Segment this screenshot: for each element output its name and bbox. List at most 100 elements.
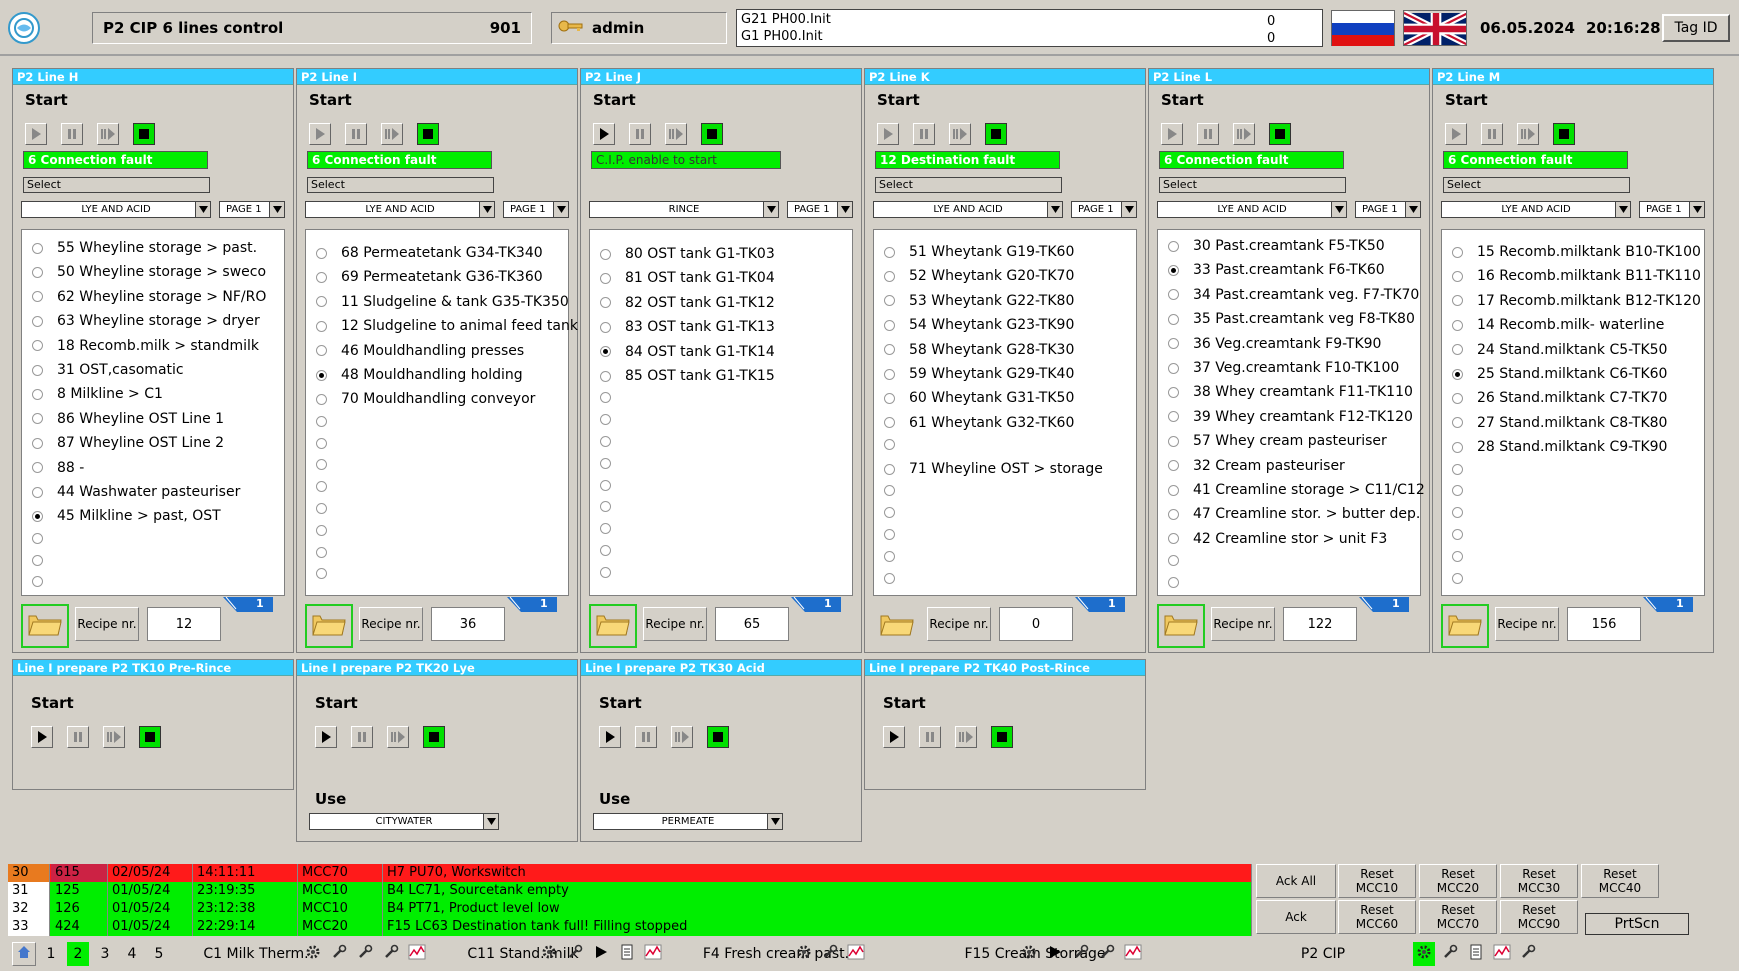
- radio-button[interactable]: [316, 459, 327, 471]
- radio-button[interactable]: [32, 315, 43, 327]
- radio-button[interactable]: [600, 436, 611, 447]
- radio-button[interactable]: [1168, 362, 1179, 374]
- line-play-button[interactable]: [877, 123, 899, 145]
- tag-id-button[interactable]: Tag ID: [1662, 14, 1730, 42]
- page-button-1[interactable]: 1: [40, 942, 62, 966]
- radio-button[interactable]: [884, 295, 895, 307]
- radio-button[interactable]: [1168, 460, 1179, 472]
- radio-button[interactable]: [316, 369, 327, 381]
- list-item[interactable]: [600, 545, 625, 556]
- radio-button[interactable]: [600, 346, 611, 358]
- line-play-button[interactable]: [1161, 123, 1183, 145]
- radio-button[interactable]: [1168, 435, 1179, 447]
- program-dropdown[interactable]: LYE AND ACID: [1157, 201, 1347, 218]
- radio-button[interactable]: [1168, 577, 1179, 588]
- wrench-b-button[interactable]: [1096, 942, 1118, 966]
- list-item[interactable]: 35 Past.creamtank veg F8-TK80: [1168, 311, 1415, 327]
- radio-button[interactable]: [32, 462, 43, 474]
- line-stop-button[interactable]: [1269, 123, 1291, 145]
- page-dropdown[interactable]: PAGE 1: [503, 201, 569, 218]
- radio-button[interactable]: [600, 479, 611, 491]
- radio-button[interactable]: [1452, 572, 1463, 584]
- wrench-a-button[interactable]: [1070, 942, 1092, 966]
- chevron-down-icon[interactable]: [479, 202, 494, 217]
- doc-button[interactable]: [1465, 942, 1487, 966]
- radio-button[interactable]: [32, 576, 43, 588]
- wrench-a-button[interactable]: [328, 942, 350, 966]
- list-item[interactable]: 44 Washwater pasteuriser: [32, 484, 240, 500]
- wrench-button[interactable]: [819, 942, 841, 966]
- list-item[interactable]: 85 OST tank G1-TK15: [600, 368, 775, 384]
- open-recipe-button[interactable]: [1441, 604, 1489, 648]
- list-item[interactable]: 81 OST tank G1-TK04: [600, 270, 775, 286]
- list-item[interactable]: [884, 439, 909, 451]
- list-item[interactable]: 82 OST tank G1-TK12: [600, 295, 775, 311]
- radio-button[interactable]: [32, 340, 43, 352]
- chevron-down-icon[interactable]: [1331, 202, 1346, 217]
- chart-button[interactable]: [1122, 942, 1144, 966]
- prepare-stop-button[interactable]: [139, 726, 161, 748]
- radio-button[interactable]: [316, 437, 327, 449]
- radio-button[interactable]: [1168, 533, 1179, 545]
- radio-button[interactable]: [600, 457, 611, 469]
- line-pause-button[interactable]: [61, 123, 83, 145]
- radio-button[interactable]: [1168, 264, 1179, 276]
- recipe-number-value[interactable]: 65: [715, 607, 789, 641]
- radio-button[interactable]: [1168, 508, 1179, 520]
- list-item[interactable]: 12 Sludgeline to animal feed tank: [316, 318, 578, 334]
- prepare-stop-button[interactable]: [707, 726, 729, 748]
- list-item[interactable]: [600, 566, 625, 578]
- select-field[interactable]: Select: [307, 177, 494, 193]
- list-item[interactable]: [32, 532, 57, 544]
- list-item[interactable]: 71 Wheyline OST > storage: [884, 461, 1103, 477]
- radio-button[interactable]: [884, 319, 895, 331]
- chevron-down-icon[interactable]: [837, 202, 852, 217]
- list-item[interactable]: 62 Wheyline storage > NF/RO: [32, 289, 266, 305]
- list-item[interactable]: [316, 503, 341, 514]
- radio-button[interactable]: [32, 266, 43, 278]
- radio-button[interactable]: [884, 550, 895, 562]
- list-item[interactable]: 46 Mouldhandling presses: [316, 343, 524, 359]
- line-step-button[interactable]: [665, 123, 687, 145]
- prepare-play-button[interactable]: [599, 726, 621, 748]
- radio-button[interactable]: [884, 344, 895, 356]
- use-dropdown[interactable]: CITYWATER: [309, 813, 499, 830]
- list-item[interactable]: 48 Mouldhandling holding: [316, 367, 523, 383]
- wrench-c-button[interactable]: [380, 942, 402, 966]
- list-item[interactable]: 63 Wheyline storage > dryer: [32, 313, 260, 329]
- chart-button[interactable]: [1491, 942, 1513, 966]
- recipe-number-value[interactable]: 122: [1283, 607, 1357, 641]
- select-field[interactable]: Select: [1159, 177, 1346, 193]
- radio-button[interactable]: [600, 272, 611, 284]
- list-item[interactable]: 52 Wheytank G20-TK70: [884, 268, 1074, 284]
- select-field[interactable]: Select: [23, 177, 210, 193]
- radio-button[interactable]: [600, 321, 611, 333]
- radio-button[interactable]: [600, 523, 611, 535]
- list-item[interactable]: [1168, 555, 1193, 567]
- list-item[interactable]: [600, 501, 625, 513]
- radio-button[interactable]: [1168, 240, 1179, 252]
- radio-button[interactable]: [600, 414, 611, 426]
- radio-button[interactable]: [316, 320, 327, 332]
- chart-button[interactable]: [845, 942, 867, 966]
- radio-button[interactable]: [316, 393, 327, 405]
- list-item[interactable]: 41 Creamline storage > C11/C12: [1168, 482, 1425, 498]
- recipe-number-value[interactable]: 36: [431, 607, 505, 641]
- list-item[interactable]: [316, 481, 341, 493]
- radio-button[interactable]: [316, 247, 327, 259]
- list-item[interactable]: 25 Stand.milktank C6-TK60: [1452, 366, 1667, 382]
- reset-mcc70-button[interactable]: Reset MCC70: [1419, 900, 1497, 934]
- radio-button[interactable]: [1452, 319, 1463, 331]
- list-item[interactable]: 68 Permeatetank G34-TK340: [316, 245, 543, 261]
- list-item[interactable]: [884, 529, 909, 540]
- list-item[interactable]: 24 Stand.milktank C5-TK50: [1452, 342, 1667, 358]
- list-item[interactable]: 80 OST tank G1-TK03: [600, 246, 775, 262]
- radio-button[interactable]: [1452, 529, 1463, 540]
- reset-mcc90-button[interactable]: Reset MCC90: [1500, 900, 1578, 934]
- radio-button[interactable]: [32, 413, 43, 425]
- radio-button[interactable]: [32, 242, 43, 254]
- radio-button[interactable]: [884, 439, 895, 451]
- alarm-row[interactable]: 30 615 02/05/24 14:11:11 MCC70 H7 PU70, Works…: [8, 864, 1252, 882]
- page-button-5[interactable]: 5: [148, 942, 170, 966]
- chevron-down-icon[interactable]: [483, 814, 498, 829]
